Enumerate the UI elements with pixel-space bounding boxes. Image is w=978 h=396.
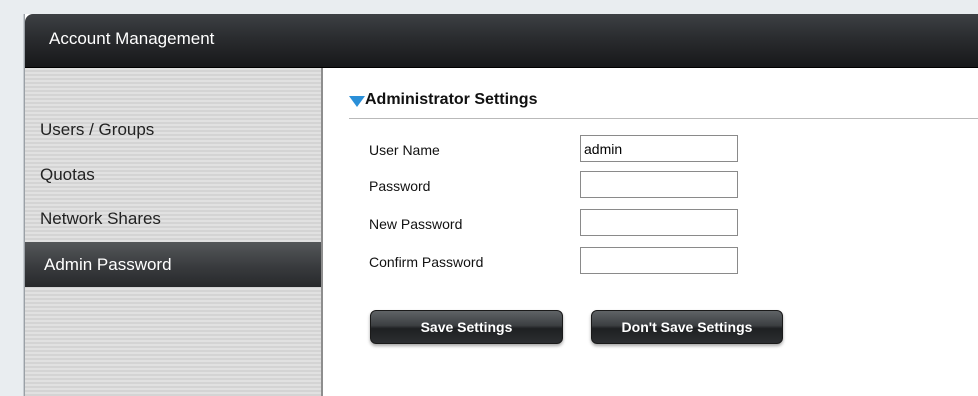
section-title: Administrator Settings xyxy=(365,91,538,108)
sidebar-item-admin-password[interactable]: Admin Password xyxy=(25,242,321,287)
account-management-window: Account Management Users / Groups Quotas… xyxy=(24,14,978,396)
user-name-field[interactable] xyxy=(580,135,738,162)
user-name-label: User Name xyxy=(369,142,440,158)
window-title: Account Management xyxy=(49,29,215,48)
confirm-password-field[interactable] xyxy=(580,247,738,274)
password-label: Password xyxy=(369,178,431,194)
page-background: Account Management Users / Groups Quotas… xyxy=(0,0,978,396)
save-settings-button[interactable]: Save Settings xyxy=(370,310,563,344)
confirm-password-label: Confirm Password xyxy=(369,254,484,270)
title-bar: Account Management xyxy=(25,14,978,68)
new-password-label: New Password xyxy=(369,216,463,232)
sidebar-item-users-groups[interactable]: Users / Groups xyxy=(25,110,321,150)
section-header: Administrator Settings xyxy=(349,90,978,119)
password-field[interactable] xyxy=(580,171,738,198)
sidebar-item-network-shares[interactable]: Network Shares xyxy=(25,199,321,239)
triangle-down-icon[interactable] xyxy=(349,96,365,107)
sidebar-item-quotas[interactable]: Quotas xyxy=(25,155,321,195)
sidebar: Users / Groups Quotas Network Shares Adm… xyxy=(25,68,323,396)
main-panel: Administrator Settings User Name Passwor… xyxy=(323,68,978,396)
dont-save-settings-button[interactable]: Don't Save Settings xyxy=(591,310,783,344)
new-password-field[interactable] xyxy=(580,209,738,236)
